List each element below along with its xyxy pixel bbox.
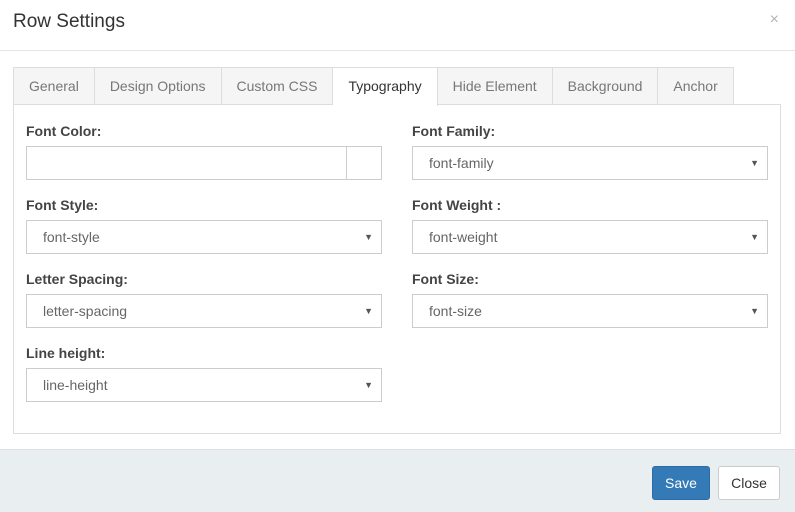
font-family-label: Font Family: (412, 123, 496, 139)
font-color-label: Font Color: (26, 123, 102, 139)
dialog-title: Row Settings (13, 11, 125, 32)
font-weight-value: font-weight (429, 229, 498, 245)
caret-down-icon: ▼ (750, 306, 759, 316)
letter-spacing-label: Letter Spacing: (26, 271, 128, 287)
font-color-swatch[interactable] (346, 147, 381, 179)
dialog-footer: Save Close (0, 449, 795, 512)
caret-down-icon: ▼ (364, 232, 373, 242)
font-style-label: Font Style: (26, 197, 99, 213)
line-height-select[interactable]: line-height ▼ (26, 368, 382, 402)
font-weight-select[interactable]: font-weight ▼ (412, 220, 768, 254)
font-size-select[interactable]: font-size ▼ (412, 294, 768, 328)
tab-bar: General Design Options Custom CSS Typogr… (13, 67, 734, 106)
font-family-select[interactable]: font-family ▼ (412, 146, 768, 180)
caret-down-icon: ▼ (750, 232, 759, 242)
letter-spacing-select[interactable]: letter-spacing ▼ (26, 294, 382, 328)
font-weight-label: Font Weight : (412, 197, 502, 213)
close-icon[interactable]: × (770, 11, 779, 29)
font-style-value: font-style (43, 229, 100, 245)
font-color-field[interactable] (26, 146, 382, 180)
caret-down-icon: ▼ (364, 306, 373, 316)
caret-down-icon: ▼ (364, 380, 373, 390)
tab-design-options[interactable]: Design Options (94, 67, 222, 105)
line-height-label: Line height: (26, 345, 106, 361)
tab-hide-element[interactable]: Hide Element (437, 67, 553, 105)
save-button[interactable]: Save (652, 466, 710, 500)
font-size-label: Font Size: (412, 271, 479, 287)
caret-down-icon: ▼ (750, 158, 759, 168)
font-family-value: font-family (429, 155, 494, 171)
line-height-value: line-height (43, 377, 108, 393)
tab-anchor[interactable]: Anchor (658, 67, 734, 105)
close-button[interactable]: Close (718, 466, 780, 500)
tab-general[interactable]: General (13, 67, 95, 105)
font-style-select[interactable]: font-style ▼ (26, 220, 382, 254)
tab-background[interactable]: Background (552, 67, 659, 105)
tab-custom-css[interactable]: Custom CSS (221, 67, 334, 105)
letter-spacing-value: letter-spacing (43, 303, 128, 319)
tab-typography[interactable]: Typography (333, 67, 438, 106)
dialog-header: Row Settings × (0, 0, 795, 51)
font-size-value: font-size (429, 303, 482, 319)
